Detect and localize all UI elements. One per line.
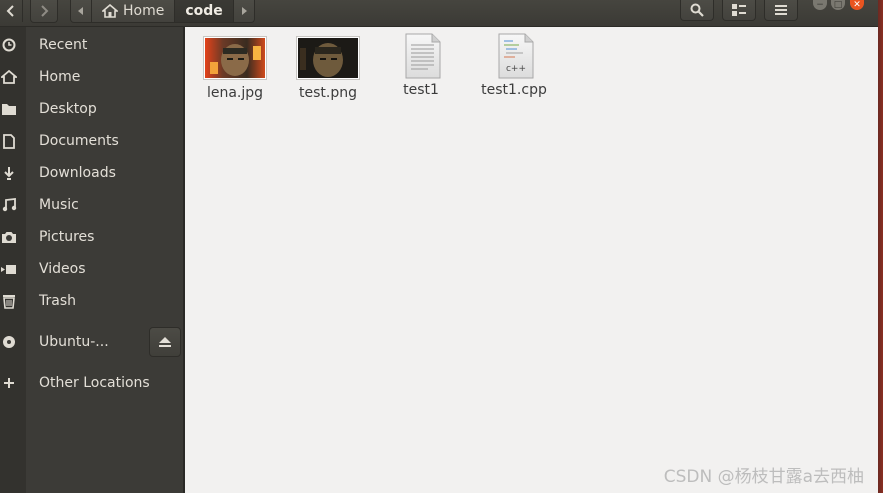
sidebar-item-documents[interactable]: Documents [0,125,183,157]
chevron-right-icon [41,5,49,17]
sidebar-item-label: Trash [39,293,76,309]
sidebar-item-other-locations[interactable]: Other Locations [0,367,183,399]
breadcrumb-label: Home [123,3,165,19]
sidebar: Recent Home Desktop Documents Downloads … [0,27,183,493]
view-toggle-button[interactable] [722,0,756,21]
sidebar-item-label: Pictures [39,229,95,245]
sidebar-item-label: Music [39,197,79,213]
disc-icon [0,333,18,351]
image-thumbnail [296,36,360,80]
breadcrumb-code[interactable]: code [175,0,234,23]
home-icon [0,68,18,86]
path-scroll-left-button[interactable] [70,0,92,23]
text-file-icon [404,33,441,79]
sidebar-item-label: Downloads [39,165,116,181]
chevron-left-icon [6,5,14,17]
back-button[interactable] [0,0,23,22]
document-icon [0,132,18,150]
file-item-test1-cpp[interactable]: c++ test1.cpp [469,33,559,98]
sidebar-item-label: Other Locations [39,375,150,391]
watermark: CSDN @杨枝甘露a去西柚 [663,467,864,487]
folder-icon [0,100,18,118]
forward-button[interactable] [30,0,58,23]
search-icon [690,3,704,17]
file-item-test1[interactable]: test1 [376,33,466,98]
path-bar: Home code [70,0,255,23]
grid-view-icon [732,4,746,16]
sidebar-item-ubuntu-disc[interactable]: Ubuntu-... [0,326,183,358]
menu-button[interactable] [764,0,798,21]
file-name: test.png [299,85,357,101]
sidebar-item-desktop[interactable]: Desktop [0,93,183,125]
home-icon [102,4,118,18]
sidebar-item-trash[interactable]: Trash [0,285,183,317]
cpp-file-icon: c++ [497,33,534,79]
sidebar-item-pictures[interactable]: Pictures [0,221,183,253]
cpp-badge: c++ [506,64,526,74]
header-bar: Home code − □ ✕ [0,0,883,27]
file-item-test-png[interactable]: test.png [283,33,373,101]
sidebar-item-label: Videos [39,261,86,277]
maximize-icon: □ [833,0,843,10]
sidebar-item-label: Recent [39,37,88,53]
eject-button[interactable] [149,327,181,357]
camera-icon [0,228,18,246]
hamburger-menu-icon [775,5,787,15]
sidebar-item-label: Desktop [39,101,97,117]
sidebar-item-downloads[interactable]: Downloads [0,157,183,189]
plus-icon [0,374,18,392]
eject-icon [159,337,171,347]
maximize-button[interactable]: □ [831,0,845,10]
image-thumbnail [203,36,267,80]
sidebar-item-label: Documents [39,133,119,149]
trash-icon [0,292,18,310]
minimize-icon: − [816,0,824,10]
download-icon [0,164,18,182]
file-view: lena.jpg test.png test1 c++ test1.cpp CS… [185,27,878,493]
clock-icon [0,36,18,54]
video-icon [0,260,18,278]
path-scroll-right-button[interactable] [233,0,255,23]
sidebar-item-home[interactable]: Home [0,61,183,93]
sidebar-item-label: Ubuntu-... [39,334,109,350]
window-edge [878,0,883,493]
sidebar-item-label: Home [39,69,81,85]
sidebar-item-videos[interactable]: Videos [0,253,183,285]
breadcrumb-home[interactable]: Home [92,0,176,23]
triangle-left-icon [78,7,83,15]
file-name: lena.jpg [206,85,264,101]
close-icon: ✕ [853,0,861,10]
file-item-lena[interactable]: lena.jpg [190,33,280,101]
file-name: test1.cpp [481,82,547,98]
triangle-right-icon [241,7,247,15]
close-button[interactable]: ✕ [850,0,864,10]
file-name: test1 [403,82,439,98]
search-button[interactable] [680,0,714,21]
sidebar-item-music[interactable]: Music [0,189,183,221]
minimize-button[interactable]: − [813,0,827,10]
breadcrumb-label: code [185,3,223,19]
sidebar-item-recent[interactable]: Recent [0,29,183,61]
music-icon [0,196,18,214]
